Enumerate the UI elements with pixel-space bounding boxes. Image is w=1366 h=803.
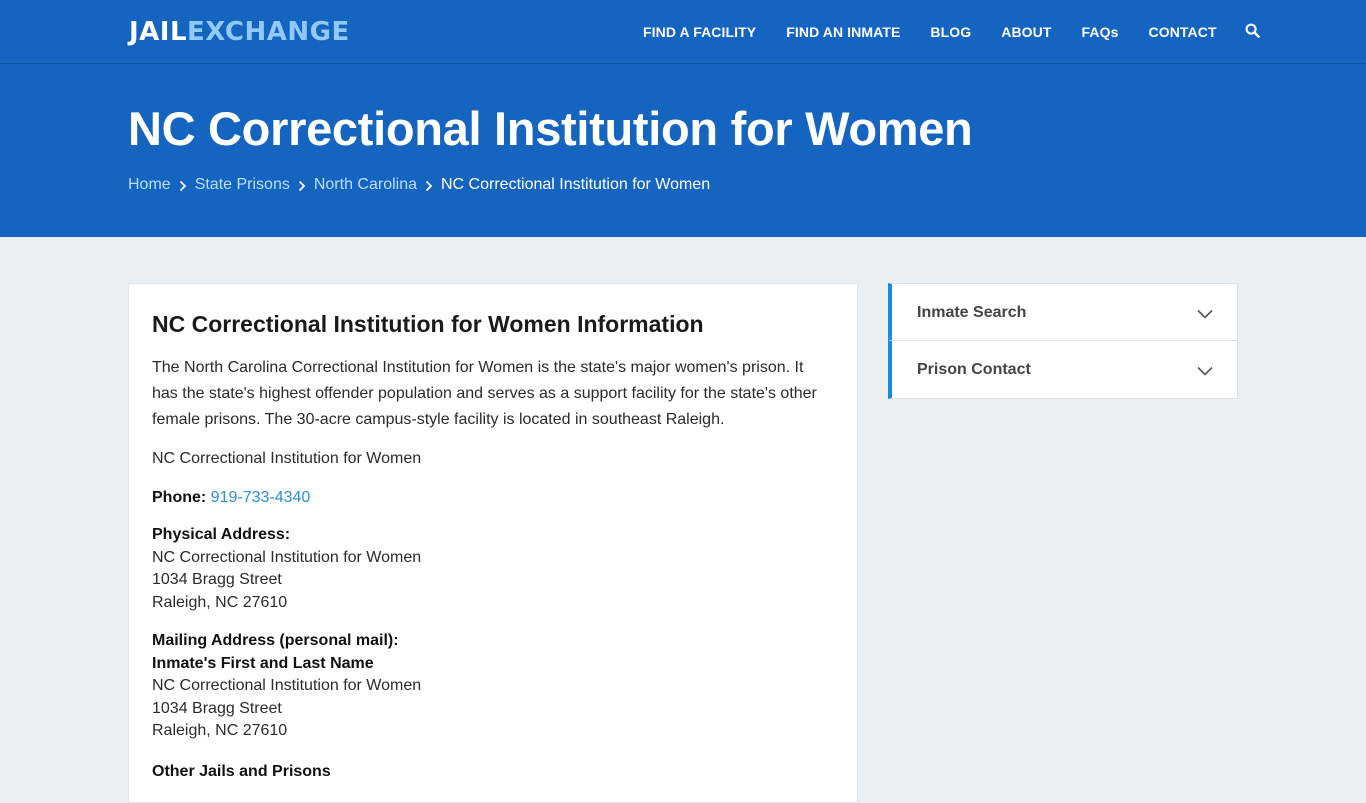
phone-link[interactable]: 919-733-4340 xyxy=(211,489,311,506)
mailing-address-line2: 1034 Bragg Street xyxy=(152,699,282,717)
search-icon[interactable] xyxy=(1245,23,1263,41)
chevron-right-icon xyxy=(171,175,195,195)
other-jails-heading: Other Jails and Prisons xyxy=(152,762,331,780)
accordion-prison-contact-label: Prison Contact xyxy=(917,361,1031,378)
chevron-down-icon xyxy=(1197,306,1213,324)
logo-text-exchange: EXCHANGE xyxy=(187,17,350,47)
physical-address-line1: NC Correctional Institution for Women xyxy=(152,548,422,566)
physical-address-label: Physical Address: xyxy=(152,526,291,543)
physical-address: Physical Address: NC Correctional Instit… xyxy=(152,524,832,614)
breadcrumb-current: NC Correctional Institution for Women xyxy=(441,176,711,193)
breadcrumb-north-carolina[interactable]: North Carolina xyxy=(314,175,417,195)
breadcrumb-home[interactable]: Home xyxy=(128,175,171,195)
mailing-address-line3: Raleigh, NC 27610 xyxy=(152,722,288,739)
top-navigation-bar: JAILEXCHANGE FIND A FACILITY FIND AN INM… xyxy=(0,0,1366,64)
physical-address-line2: 1034 Bragg Street xyxy=(152,571,282,588)
nav-find-a-facility[interactable]: FIND A FACILITY xyxy=(628,0,771,64)
page-hero: NC Correctional Institution for Women Ho… xyxy=(0,64,1366,237)
accordion-inmate-search[interactable]: Inmate Search xyxy=(888,283,1238,341)
nav-blog[interactable]: BLOG xyxy=(915,0,986,64)
chevron-right-icon xyxy=(417,175,441,195)
facility-name: NC Correctional Institution for Women xyxy=(152,450,422,467)
mailing-address-name-line: Inmate's First and Last Name xyxy=(152,654,374,672)
site-logo[interactable]: JAILEXCHANGE xyxy=(129,17,350,47)
phone-line: Phone: 919-733-4340 xyxy=(152,485,832,511)
facility-description: The North Carolina Correctional Institut… xyxy=(152,359,817,428)
accordion-inmate-search-label: Inmate Search xyxy=(917,304,1027,321)
nav-find-an-inmate[interactable]: FIND AN INMATE xyxy=(771,0,915,64)
phone-label: Phone: xyxy=(152,489,207,506)
facility-info-card: NC Correctional Institution for Women In… xyxy=(128,283,858,803)
mailing-address-line1: NC Correctional Institution for Women xyxy=(152,677,422,694)
facility-info-heading: NC Correctional Institution for Women In… xyxy=(152,311,704,337)
logo-text-jail: JAIL xyxy=(129,17,188,47)
chevron-down-icon xyxy=(1197,363,1213,381)
chevron-right-icon xyxy=(290,175,314,195)
physical-address-line3: Raleigh, NC 27610 xyxy=(152,593,288,611)
nav-contact[interactable]: CONTACT xyxy=(1134,0,1232,64)
page-title: NC Correctional Institution for Women xyxy=(128,102,973,155)
breadcrumb: Home State Prisons North Carolina NC Cor… xyxy=(128,175,710,195)
accordion-prison-contact[interactable]: Prison Contact xyxy=(888,341,1238,399)
main-nav: FIND A FACILITY FIND AN INMATE BLOG ABOU… xyxy=(628,0,1263,64)
nav-about[interactable]: ABOUT xyxy=(986,0,1066,64)
sidebar: Inmate Search Prison Contact xyxy=(888,283,1238,399)
mailing-address-label: Mailing Address (personal mail): xyxy=(152,632,399,649)
mailing-address: Mailing Address (personal mail): Inmate'… xyxy=(152,630,832,743)
breadcrumb-state-prisons[interactable]: State Prisons xyxy=(195,175,290,195)
facility-info-body: The North Carolina Correctional Institut… xyxy=(152,355,832,785)
nav-faqs[interactable]: FAQs xyxy=(1067,0,1134,64)
